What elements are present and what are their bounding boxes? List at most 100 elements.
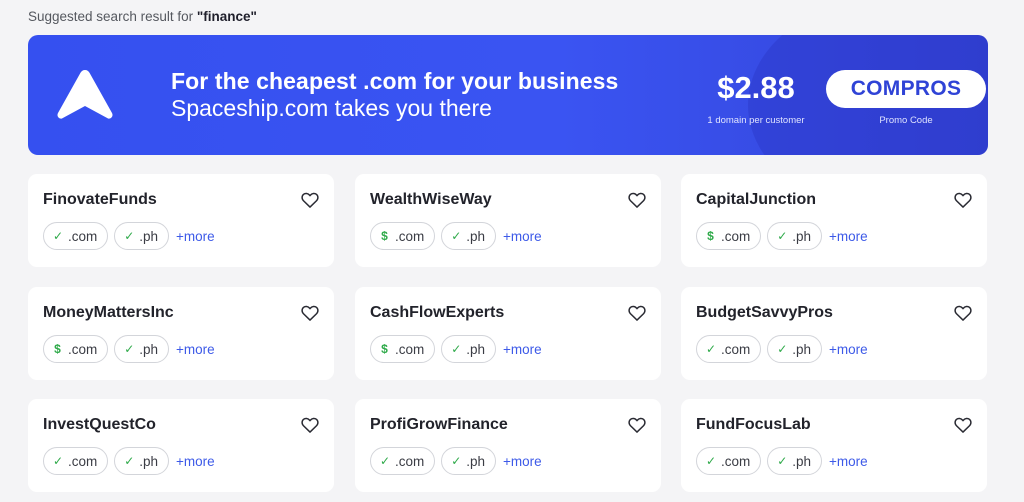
check-icon: ✓ (124, 454, 135, 468)
banner-subline: Spaceship.com takes you there (171, 95, 492, 121)
query-term: "finance" (196, 9, 257, 24)
more-tlds-link[interactable]: +more (503, 229, 542, 244)
tld-chip-row: ✓ .com ✓ .ph +more (43, 447, 215, 475)
favorite-heart-icon[interactable] (627, 190, 647, 210)
domain-name: CapitalJunction (696, 191, 817, 208)
domain-name: ProfiGrowFinance (370, 416, 508, 433)
banner-price-note: 1 domain per customer (707, 115, 805, 126)
tld-chip[interactable]: ✓ .com (696, 447, 762, 475)
check-icon: ✓ (380, 454, 391, 468)
promo-banner[interactable]: For the cheapest .com for your business … (28, 35, 988, 155)
more-tlds-link[interactable]: +more (503, 454, 542, 469)
tld-chip[interactable]: $ .com (696, 222, 762, 250)
tld-chip[interactable]: $ .com (370, 222, 436, 250)
spaceship-logo-icon (57, 70, 113, 119)
more-tlds-link[interactable]: +more (176, 454, 215, 469)
favorite-heart-icon[interactable] (300, 303, 320, 323)
tld-chip[interactable]: ✓ .com (43, 447, 109, 475)
domain-card[interactable]: InvestQuestCo ✓ .com ✓ .ph +more (28, 399, 334, 492)
check-icon: ✓ (53, 229, 64, 243)
domain-card[interactable]: FundFocusLab ✓ .com ✓ .ph +more (681, 399, 987, 492)
tld-label: .ph (139, 453, 159, 469)
tld-chip[interactable]: ✓ .ph (441, 335, 497, 363)
domain-card[interactable]: CapitalJunction $ .com ✓ .ph +more (681, 174, 987, 267)
more-tlds-link[interactable]: +more (829, 342, 868, 357)
tld-label: .ph (139, 341, 159, 357)
domain-card[interactable]: MoneyMattersInc $ .com ✓ .ph +more (28, 287, 334, 380)
tld-chip[interactable]: ✓ .ph (114, 447, 170, 475)
tld-label: .com (395, 453, 425, 469)
favorite-heart-icon[interactable] (627, 415, 647, 435)
search-query-line: Suggested search result for "finance" (28, 9, 257, 24)
domain-card[interactable]: WealthWiseWay $ .com ✓ .ph +more (355, 174, 661, 267)
favorite-heart-icon[interactable] (953, 190, 973, 210)
more-tlds-link[interactable]: +more (176, 342, 215, 357)
tld-label: .com (721, 228, 751, 244)
tld-chip-row: ✓ .com ✓ .ph +more (696, 335, 868, 363)
favorite-heart-icon[interactable] (953, 303, 973, 323)
banner-headline: For the cheapest .com for your business (171, 68, 619, 94)
banner-price: $2.88 (717, 70, 795, 105)
more-tlds-link[interactable]: +more (176, 229, 215, 244)
domain-name: MoneyMattersInc (43, 304, 174, 321)
tld-chip[interactable]: ✓ .ph (767, 222, 823, 250)
tld-chip[interactable]: ✓ .ph (441, 447, 497, 475)
tld-chip-row: $ .com ✓ .ph +more (696, 222, 868, 250)
tld-chip[interactable]: ✓ .ph (767, 335, 823, 363)
domain-card[interactable]: CashFlowExperts $ .com ✓ .ph +more (355, 287, 661, 380)
favorite-heart-icon[interactable] (953, 415, 973, 435)
domain-name: FundFocusLab (696, 416, 811, 433)
favorite-heart-icon[interactable] (300, 190, 320, 210)
tld-chip[interactable]: ✓ .com (696, 335, 762, 363)
tld-chip-row: $ .com ✓ .ph +more (43, 335, 215, 363)
domain-name: FinovateFunds (43, 191, 157, 208)
check-icon: ✓ (777, 454, 788, 468)
search-results-page: Suggested search result for "finance" Fo… (0, 0, 1024, 502)
domain-card[interactable]: FinovateFunds ✓ .com ✓ .ph +more (28, 174, 334, 267)
check-icon: ✓ (777, 229, 788, 243)
domain-name: InvestQuestCo (43, 416, 156, 433)
tld-label: .com (68, 341, 98, 357)
check-icon: ✓ (777, 342, 788, 356)
tld-label: .com (721, 453, 751, 469)
tld-chip-row: ✓ .com ✓ .ph +more (43, 222, 215, 250)
tld-chip[interactable]: $ .com (43, 335, 109, 363)
more-tlds-link[interactable]: +more (829, 454, 868, 469)
favorite-heart-icon[interactable] (300, 415, 320, 435)
tld-label: .ph (466, 228, 486, 244)
check-icon: ✓ (451, 454, 462, 468)
tld-chip-row: ✓ .com ✓ .ph +more (370, 447, 542, 475)
promo-code-button[interactable]: COMPROS (826, 70, 986, 108)
favorite-heart-icon[interactable] (627, 303, 647, 323)
check-icon: ✓ (53, 454, 64, 468)
more-tlds-link[interactable]: +more (503, 342, 542, 357)
tld-chip[interactable]: ✓ .ph (114, 335, 170, 363)
domain-card[interactable]: ProfiGrowFinance ✓ .com ✓ .ph +more (355, 399, 661, 492)
dollar-icon: $ (707, 229, 714, 243)
tld-chip[interactable]: $ .com (370, 335, 436, 363)
check-icon: ✓ (451, 342, 462, 356)
tld-chip[interactable]: ✓ .ph (441, 222, 497, 250)
dollar-icon: $ (381, 342, 388, 356)
tld-chip[interactable]: ✓ .com (43, 222, 109, 250)
tld-label: .ph (466, 453, 486, 469)
tld-label: .com (68, 228, 98, 244)
tld-chip[interactable]: ✓ .com (370, 447, 436, 475)
tld-label: .com (68, 453, 98, 469)
tld-chip-row: ✓ .com ✓ .ph +more (696, 447, 868, 475)
tld-label: .ph (139, 228, 159, 244)
tld-chip[interactable]: ✓ .ph (767, 447, 823, 475)
check-icon: ✓ (706, 454, 717, 468)
query-prefix: Suggested search result for (28, 9, 197, 24)
check-icon: ✓ (451, 229, 462, 243)
check-icon: ✓ (706, 342, 717, 356)
tld-chip-row: $ .com ✓ .ph +more (370, 222, 542, 250)
tld-label: .ph (466, 341, 486, 357)
more-tlds-link[interactable]: +more (829, 229, 868, 244)
tld-label: .ph (792, 228, 812, 244)
dollar-icon: $ (54, 342, 61, 356)
promo-code-label: Promo Code (879, 115, 933, 126)
domain-card[interactable]: BudgetSavvyPros ✓ .com ✓ .ph +more (681, 287, 987, 380)
tld-chip[interactable]: ✓ .ph (114, 222, 170, 250)
tld-label: .com (395, 228, 425, 244)
